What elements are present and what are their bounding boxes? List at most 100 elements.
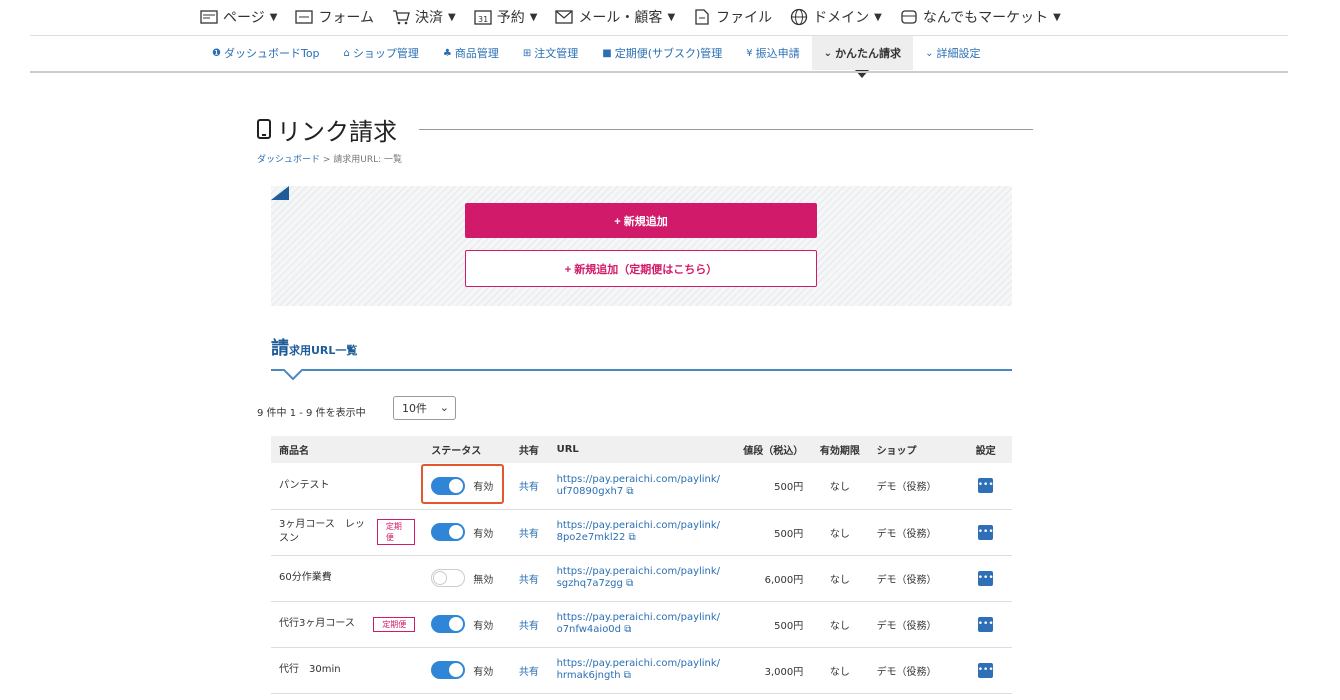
url-base: https://pay.peraichi.com/paylink/ — [556, 473, 721, 485]
file-icon — [693, 9, 711, 25]
corner-triangle-icon — [271, 186, 289, 200]
cell-shop: デモ（役務） — [868, 463, 960, 510]
status-toggle[interactable] — [431, 523, 466, 541]
top-nav-item-0[interactable]: ページ ▼ — [200, 0, 289, 34]
paylink-url[interactable]: https://pay.peraichi.com/paylink/8po2e7m… — [557, 520, 720, 544]
top-nav-item-4[interactable]: メール・顧客 ▼ — [555, 0, 687, 34]
status-toggle[interactable] — [431, 615, 466, 633]
chevron-down-icon: ▼ — [269, 11, 278, 23]
cell-settings: ••• — [959, 463, 1012, 510]
toggle-knob — [449, 663, 464, 677]
paylink-url[interactable]: https://pay.peraichi.com/paylink/sgzhq7a… — [557, 566, 720, 590]
sub-nav-item-2[interactable]: ♣ 商品管理 — [431, 36, 511, 70]
status-label: 無効 — [473, 574, 494, 586]
sub-nav-item-6[interactable]: ⌄ かんたん請求 — [811, 36, 914, 70]
product-name: パンテスト — [279, 479, 330, 491]
cell-url: https://pay.peraichi.com/paylink/hrmak6j… — [548, 647, 729, 694]
cell-share: 共有 — [510, 647, 549, 694]
url-id: uf70890gxh7 — [556, 485, 624, 497]
per-page-select[interactable]: 10件 ⌄ — [393, 396, 456, 420]
add-new-button[interactable]: + 新規追加 — [465, 203, 817, 238]
cell-settings: ••• — [959, 647, 1012, 694]
col-header-url: URL — [548, 436, 729, 463]
sub-nav-item-5[interactable]: ¥ 振込申請 — [734, 36, 811, 70]
status-toggle[interactable] — [431, 569, 466, 587]
more-options-icon[interactable]: ••• — [978, 478, 994, 494]
action-panel: + 新規追加 + 新規追加（定期便はこちら） — [271, 186, 1012, 306]
url-base: https://pay.peraichi.com/paylink/ — [556, 612, 721, 623]
top-nav-label: なんでもマーケット — [922, 10, 1049, 26]
share-link[interactable]: 共有 — [519, 667, 539, 678]
more-options-icon[interactable]: ••• — [978, 616, 994, 632]
cell-settings: ••• — [959, 601, 1012, 648]
copy-icon[interactable]: ⧉ — [624, 624, 631, 635]
toggle-knob — [433, 571, 448, 585]
paylink-table: 商品名 ステータス 共有 URL 値段（税込） 有効期限 ショップ 設定 パンテ… — [271, 436, 1012, 694]
top-nav-item-6[interactable]: ドメイン ▼ — [790, 0, 894, 34]
top-nav-item-7[interactable]: なんでもマーケット ▼ — [900, 0, 1073, 34]
section-notch-icon — [283, 369, 303, 381]
copy-icon[interactable]: ⧉ — [629, 532, 636, 543]
cell-name: 60分作業費 — [271, 555, 424, 602]
col-header-share: 共有 — [510, 436, 549, 463]
top-nav-item-5[interactable]: ファイル — [693, 0, 784, 34]
cell-share: 共有 — [510, 555, 549, 602]
copy-icon[interactable]: ⧉ — [626, 578, 633, 589]
add-new-subscription-button[interactable]: + 新規追加（定期便はこちら） — [465, 250, 817, 287]
top-nav-item-1[interactable]: フォーム — [295, 0, 386, 34]
more-options-icon[interactable]: ••• — [978, 570, 994, 586]
page-header: リンク請求 — [257, 112, 1033, 146]
paylink-url[interactable]: https://pay.peraichi.com/paylink/hrmak6j… — [557, 658, 720, 682]
status-label: 有効 — [473, 482, 494, 494]
cell-share: 共有 — [510, 601, 549, 648]
mail-icon — [555, 9, 574, 25]
sub-nav-label: ショップ管理 — [352, 47, 419, 60]
cell-status: 有効 — [423, 647, 511, 694]
sub-nav-item-7[interactable]: ⌄ 詳細設定 — [913, 36, 992, 70]
cell-settings: ••• — [959, 509, 1012, 556]
sub-nav-icon: ¥ — [746, 47, 753, 59]
chevron-down-icon: ▼ — [529, 11, 538, 23]
col-header-shop: ショップ — [868, 436, 960, 463]
chevron-down-icon: ▼ — [1053, 11, 1061, 23]
status-toggle[interactable] — [431, 661, 466, 679]
cell-expiry: なし — [811, 509, 869, 556]
breadcrumb-home[interactable]: ダッシュボード — [257, 155, 320, 165]
url-base: https://pay.peraichi.com/paylink/ — [556, 520, 721, 531]
paylink-url[interactable]: https://pay.peraichi.com/paylink/uf70890… — [557, 474, 720, 498]
table-row: 代行 30min 有効 共有 https://pay.peraichi.com/pay… — [271, 647, 1012, 694]
status-toggle[interactable] — [431, 476, 466, 495]
more-options-icon[interactable]: ••• — [978, 524, 994, 540]
sub-nav-divider — [30, 71, 1288, 73]
sub-nav-label: かんたん請求 — [835, 47, 902, 60]
sub-nav-item-1[interactable]: ⌂ ショップ管理 — [332, 36, 431, 70]
per-page-value: 10件 — [402, 402, 427, 415]
share-link[interactable]: 共有 — [519, 621, 539, 632]
top-nav-label: 予約 — [496, 10, 525, 26]
breadcrumb-separator: > — [320, 155, 334, 165]
more-options-icon[interactable]: ••• — [978, 662, 994, 678]
copy-icon[interactable]: ⧉ — [624, 670, 631, 681]
mobile-icon — [257, 119, 271, 139]
sub-nav: ❶ ダッシュボードTop ⌂ ショップ管理 ♣ 商品管理 ⊞ 注文管理 ■ 定期便(サブスク)管理… — [200, 36, 992, 70]
url-id: o7nfw4aio0d — [556, 624, 622, 635]
copy-icon[interactable]: ⧉ — [626, 486, 633, 497]
sub-nav-item-0[interactable]: ❶ ダッシュボードTop — [200, 36, 332, 70]
top-nav-item-3[interactable]: 31 予約 ▼ — [474, 0, 550, 34]
breadcrumb: ダッシュボード > 請求用URL: 一覧 — [257, 152, 402, 165]
sub-nav-item-4[interactable]: ■ 定期便(サブスク)管理 — [590, 36, 734, 70]
top-nav-item-2[interactable]: 決済 ▼ — [392, 0, 468, 34]
share-link[interactable]: 共有 — [519, 575, 539, 586]
share-link[interactable]: 共有 — [519, 529, 539, 540]
cell-price: 500円 — [728, 601, 812, 648]
cart-icon — [392, 9, 410, 25]
chevron-down-icon: ▼ — [874, 11, 882, 23]
sub-nav-item-3[interactable]: ⊞ 注文管理 — [511, 36, 590, 70]
cell-name: パンテスト — [271, 463, 424, 510]
share-link[interactable]: 共有 — [519, 482, 539, 493]
cell-name: 代行 30min — [271, 647, 424, 694]
paylink-url[interactable]: https://pay.peraichi.com/paylink/o7nfw4a… — [557, 612, 720, 636]
status-label: 有効 — [473, 666, 494, 678]
col-header-status: ステータス — [423, 436, 511, 463]
section-underline — [271, 369, 1012, 371]
